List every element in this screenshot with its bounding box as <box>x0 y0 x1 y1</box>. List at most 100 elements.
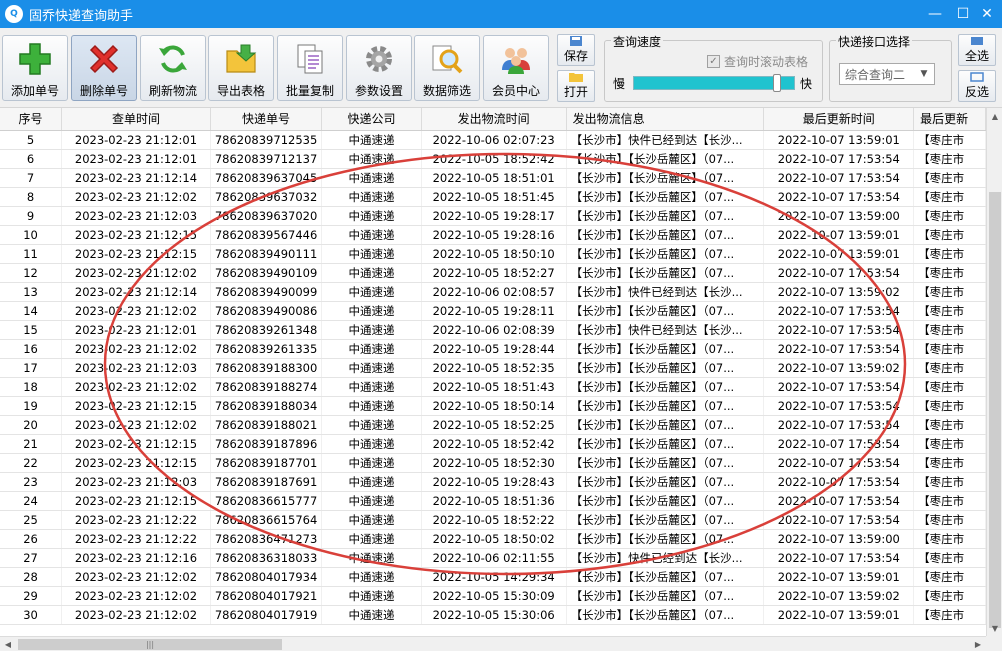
col-courier-cell: 中通速递 <box>321 168 422 188</box>
table-row[interactable]: 26 2023-02-23 21:12:22 78620836471273 中通速递 2… <box>0 529 986 549</box>
col-courier-cell: 中通速递 <box>321 149 422 169</box>
col-ship-info-cell: 【长沙市】【长沙岳麓区】（07... <box>566 434 765 454</box>
table-row[interactable]: 7 2023-02-23 21:12:14 78620839637045 中通速递 20… <box>0 168 986 188</box>
table-row[interactable]: 6 2023-02-23 21:12:01 78620839712137 中通速递 20… <box>0 149 986 169</box>
table-row[interactable]: 18 2023-02-23 21:12:02 78620839188274 中通速递 2… <box>0 377 986 397</box>
data-filter-button[interactable]: 数据筛选 <box>414 35 480 101</box>
col-ship-info-cell: 【长沙市】【长沙岳麓区】（07... <box>566 567 765 587</box>
table-row[interactable]: 13 2023-02-23 21:12:14 78620839490099 中通速递 2… <box>0 282 986 302</box>
col-last-update-time-cell: 2022-10-07 17:53:54 <box>763 377 915 397</box>
scroll-table-checkbox[interactable]: ✓ 查询时滚动表格 <box>707 53 808 70</box>
col-query-time-cell: 2023-02-23 21:12:01 <box>61 320 211 340</box>
header-col-query-time[interactable]: 查单时间 <box>61 108 211 131</box>
header-col-ship-time[interactable]: 发出物流时间 <box>421 108 567 131</box>
table-row[interactable]: 12 2023-02-23 21:12:02 78620839490109 中通速递 2… <box>0 263 986 283</box>
close-button[interactable]: ✕ <box>970 0 1002 28</box>
table-row[interactable]: 15 2023-02-23 21:12:01 78620839261348 中通速递 2… <box>0 320 986 340</box>
col-last-update-cell: 【枣庄市 <box>913 358 986 378</box>
delete-tracking-label: 删除单号 <box>79 84 128 98</box>
export-table-button[interactable]: 导出表格 <box>208 35 274 101</box>
table-row[interactable]: 29 2023-02-23 21:12:02 78620804017921 中通速递 2… <box>0 586 986 606</box>
header-col-index[interactable]: 序号 <box>0 108 63 131</box>
header-col-ship-info[interactable]: 发出物流信息 <box>566 108 765 131</box>
export-folder-icon <box>223 41 259 77</box>
save-button[interactable]: 保存 <box>557 34 595 66</box>
member-center-button[interactable]: 会员中心 <box>483 35 549 101</box>
member-center-label: 会员中心 <box>491 84 540 98</box>
table-row[interactable]: 14 2023-02-23 21:12:02 78620839490086 中通速递 2… <box>0 301 986 321</box>
col-query-time-cell: 2023-02-23 21:12:02 <box>61 415 211 435</box>
col-last-update-cell: 【枣庄市 <box>913 472 986 492</box>
add-tracking-button[interactable]: 添加单号 <box>2 35 68 101</box>
table-row[interactable]: 16 2023-02-23 21:12:02 78620839261335 中通速递 2… <box>0 339 986 359</box>
col-last-update-time-cell: 2022-10-07 17:53:54 <box>763 396 915 416</box>
table-row[interactable]: 22 2023-02-23 21:12:15 78620839187701 中通速递 2… <box>0 453 986 473</box>
col-index-cell: 13 <box>0 282 63 302</box>
table-row[interactable]: 9 2023-02-23 21:12:03 78620839637020 中通速递 20… <box>0 206 986 226</box>
batch-copy-button[interactable]: 批量复制 <box>277 35 343 101</box>
scroll-down-icon[interactable]: ▼ <box>987 620 1002 636</box>
table-row[interactable]: 27 2023-02-23 21:12:16 78620836318033 中通速递 2… <box>0 548 986 568</box>
horizontal-scrollbar[interactable]: ◀ ||| ▶ <box>0 636 986 651</box>
horizontal-scroll-thumb[interactable]: ||| <box>18 639 282 650</box>
slow-label: 慢 <box>613 77 626 91</box>
col-ship-info-cell: 【长沙市】【长沙岳麓区】（07... <box>566 206 765 226</box>
col-query-time-cell: 2023-02-23 21:12:03 <box>61 206 211 226</box>
col-ship-time-cell: 2022-10-05 18:50:10 <box>421 244 567 264</box>
header-col-last-update-time[interactable]: 最后更新时间 <box>763 108 915 131</box>
title-bar: Q 固乔快递查询助手 — ☐ ✕ <box>0 0 1002 28</box>
header-col-tracking-number[interactable]: 快递单号 <box>210 108 323 131</box>
table-row[interactable]: 21 2023-02-23 21:12:15 78620839187896 中通速递 2… <box>0 434 986 454</box>
col-tracking-number-cell: 78620839261335 <box>210 339 323 359</box>
delete-tracking-button[interactable]: 删除单号 <box>71 35 137 101</box>
table-row[interactable]: 28 2023-02-23 21:12:02 78620804017934 中通速递 2… <box>0 567 986 587</box>
col-query-time-cell: 2023-02-23 21:12:15 <box>61 453 211 473</box>
col-last-update-cell: 【枣庄市 <box>913 187 986 207</box>
col-query-time-cell: 2023-02-23 21:12:14 <box>61 168 211 188</box>
table-row[interactable]: 5 2023-02-23 21:12:01 78620839712535 中通速递 20… <box>0 130 986 150</box>
col-tracking-number-cell: 78620839567446 <box>210 225 323 245</box>
col-last-update-cell: 【枣庄市 <box>913 434 986 454</box>
col-last-update-time-cell: 2022-10-07 13:59:02 <box>763 586 915 606</box>
table-row[interactable]: 11 2023-02-23 21:12:15 78620839490111 中通速递 2… <box>0 244 986 264</box>
app-logo-icon: Q <box>5 5 23 23</box>
col-index-cell: 20 <box>0 415 63 435</box>
scroll-up-icon[interactable]: ▲ <box>987 108 1002 124</box>
header-col-courier[interactable]: 快递公司 <box>321 108 422 131</box>
col-ship-info-cell: 【长沙市】【长沙岳麓区】（07... <box>566 358 765 378</box>
col-query-time-cell: 2023-02-23 21:12:15 <box>61 396 211 416</box>
col-tracking-number-cell: 78620839188021 <box>210 415 323 435</box>
col-query-time-cell: 2023-02-23 21:12:02 <box>61 605 211 625</box>
col-courier-cell: 中通速递 <box>321 396 422 416</box>
vertical-scroll-thumb[interactable] <box>989 192 1001 628</box>
col-ship-info-cell: 【长沙市】【长沙岳麓区】（07... <box>566 301 765 321</box>
col-ship-time-cell: 2022-10-05 18:52:30 <box>421 453 567 473</box>
settings-button[interactable]: 参数设置 <box>346 35 412 101</box>
speed-slider[interactable] <box>633 74 795 92</box>
invert-selection-button[interactable]: 反选 <box>958 70 996 102</box>
header-col-last-update[interactable]: 最后更新 <box>913 108 986 131</box>
col-last-update-time-cell: 2022-10-07 13:59:02 <box>763 282 915 302</box>
table-row[interactable]: 23 2023-02-23 21:12:03 78620839187691 中通速递 2… <box>0 472 986 492</box>
col-last-update-cell: 【枣庄市 <box>913 339 986 359</box>
open-button[interactable]: 打开 <box>557 70 595 102</box>
table-row[interactable]: 25 2023-02-23 21:12:22 78620836615764 中通速递 2… <box>0 510 986 530</box>
api-select-dropdown[interactable]: 综合查询二 ▼ <box>839 63 935 85</box>
select-all-button[interactable]: 全选 <box>958 34 996 66</box>
table-row[interactable]: 19 2023-02-23 21:12:15 78620839188034 中通速递 2… <box>0 396 986 416</box>
table-row[interactable]: 30 2023-02-23 21:12:02 78620804017919 中通速递 2… <box>0 605 986 625</box>
refresh-logistics-button[interactable]: 刷新物流 <box>140 35 206 101</box>
vertical-scrollbar[interactable]: ▲ ▼ <box>986 108 1002 636</box>
speed-slider-thumb[interactable] <box>773 74 781 92</box>
table-row[interactable]: 17 2023-02-23 21:12:03 78620839188300 中通速递 2… <box>0 358 986 378</box>
table-row[interactable]: 10 2023-02-23 21:12:15 78620839567446 中通速递 2… <box>0 225 986 245</box>
col-last-update-cell: 【枣庄市 <box>913 301 986 321</box>
table-row[interactable]: 8 2023-02-23 21:12:02 78620839637032 中通速递 20… <box>0 187 986 207</box>
col-query-time-cell: 2023-02-23 21:12:22 <box>61 529 211 549</box>
table-row[interactable]: 24 2023-02-23 21:12:15 78620836615777 中通速递 2… <box>0 491 986 511</box>
col-courier-cell: 中通速递 <box>321 244 422 264</box>
col-query-time-cell: 2023-02-23 21:12:03 <box>61 358 211 378</box>
scroll-right-icon[interactable]: ▶ <box>970 637 986 651</box>
scroll-left-icon[interactable]: ◀ <box>0 637 16 651</box>
table-row[interactable]: 20 2023-02-23 21:12:02 78620839188021 中通速递 2… <box>0 415 986 435</box>
